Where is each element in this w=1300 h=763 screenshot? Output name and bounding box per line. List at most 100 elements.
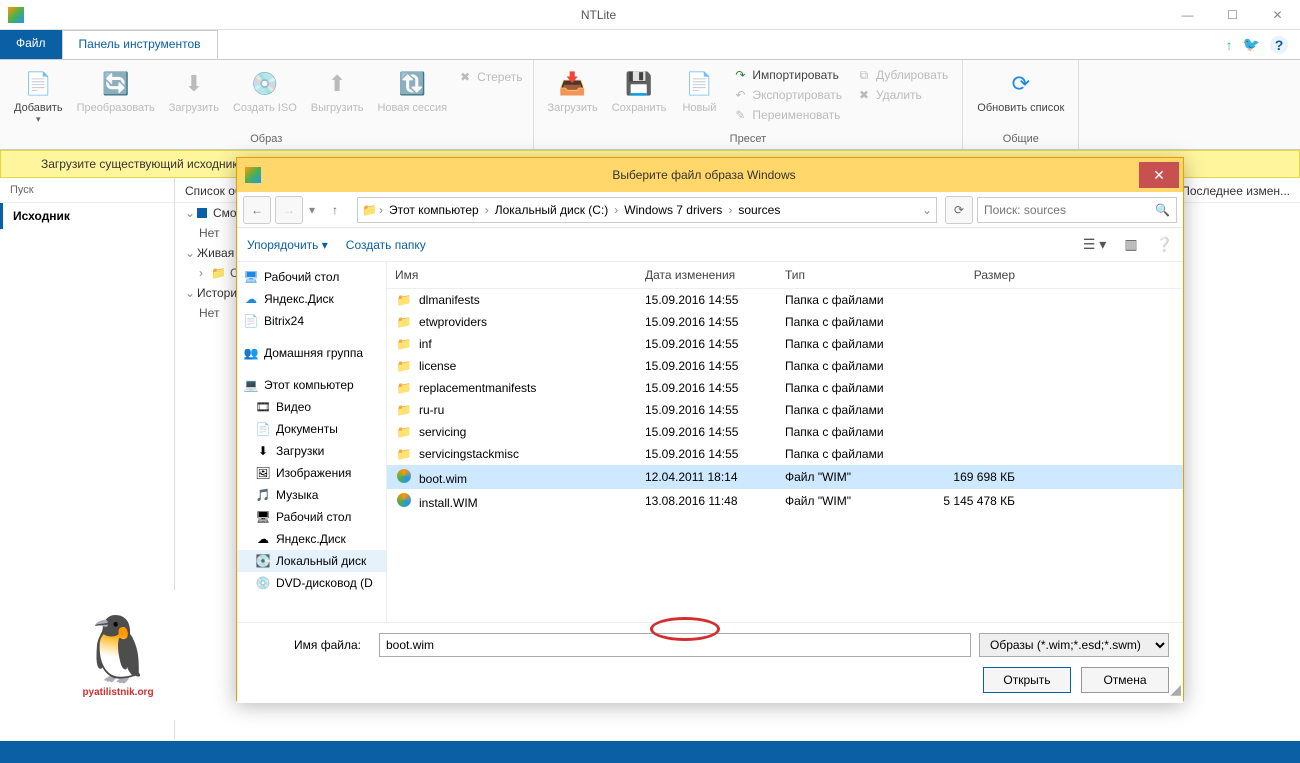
nav-desktop[interactable]: 🖥Рабочий стол (237, 266, 386, 288)
file-date: 15.09.2016 14:55 (645, 425, 785, 439)
nav-yandex[interactable]: ☁Яндекс.Диск (237, 288, 386, 310)
export-button[interactable]: ↶Экспортировать (730, 86, 844, 104)
duplicate-button[interactable]: ⧉Дублировать (854, 66, 950, 84)
file-row[interactable]: 📁 etwproviders 15.09.2016 14:55Папка с фай… (387, 311, 1183, 333)
create-iso-button[interactable]: 💿 Создать ISO (227, 64, 303, 118)
convert-button[interactable]: 🔄 Преобразовать (71, 64, 161, 118)
file-row[interactable]: 📁servicingstackmisc15.09.2016 14:55Папка… (387, 443, 1183, 465)
load-button[interactable]: ⬇ Загрузить (163, 64, 225, 118)
nav-pictures[interactable]: 🖼Изображения (237, 462, 386, 484)
dialog-title: Выберите файл образа Windows (269, 168, 1139, 182)
file-row[interactable]: install.WIM13.08.2016 11:48Файл "WIM"5 1… (387, 489, 1183, 513)
nav-downloads[interactable]: ⬇Загрузки (237, 440, 386, 462)
filename-input[interactable] (379, 633, 971, 657)
file-row[interactable]: 📁ru-ru15.09.2016 14:55Папка с файлами (387, 399, 1183, 421)
new-folder-button[interactable]: Создать папку (346, 238, 426, 252)
homegroup-icon: 👥 (243, 345, 259, 361)
convert-icon: 🔄 (100, 68, 132, 100)
file-list[interactable]: Имя Дата изменения Тип Размер 📁dlmanifes… (387, 262, 1183, 622)
file-type: Папка с файлами (785, 315, 915, 329)
resize-grip[interactable]: ◢ (1170, 681, 1181, 698)
file-type: Файл "WIM" (785, 494, 915, 508)
nav-homegroup[interactable]: 👥Домашняя группа (237, 342, 386, 364)
file-row[interactable]: boot.wim12.04.2011 18:14Файл "WIM"169 69… (387, 465, 1183, 489)
file-row[interactable]: 📁dlmanifests15.09.2016 14:55Папка с файл… (387, 289, 1183, 311)
nav-tree[interactable]: 🖥Рабочий стол ☁Яндекс.Диск 📄Bitrix24 👥До… (237, 262, 387, 622)
breadcrumb-0[interactable]: Этот компьютер (385, 201, 483, 219)
nav-documents[interactable]: 📄Документы (237, 418, 386, 440)
close-button[interactable]: ✕ (1255, 0, 1300, 30)
new-session-button[interactable]: 🔃 Новая сессия (371, 64, 453, 118)
col-date[interactable]: Дата изменения (645, 268, 785, 282)
unload-icon: ⬆ (321, 68, 353, 100)
tab-file[interactable]: Файл (0, 30, 62, 59)
view-options-button[interactable]: ☰ ▾ (1083, 236, 1106, 253)
dialog-close-button[interactable]: ✕ (1139, 162, 1179, 188)
nav-dvd[interactable]: 💿DVD-дисковод (D (237, 572, 386, 594)
app-title: NTLite (32, 8, 1165, 22)
wim-icon (395, 468, 413, 484)
col-type[interactable]: Тип (785, 268, 915, 282)
minimize-button[interactable]: — (1165, 0, 1210, 30)
nav-videos[interactable]: 🎞Видео (237, 396, 386, 418)
breadcrumb-3[interactable]: sources (734, 201, 784, 219)
tab-toolbar[interactable]: Панель инструментов (62, 30, 218, 59)
search-input[interactable] (984, 203, 1155, 217)
nav-up-button[interactable]: ↑ (321, 196, 349, 224)
nav-music[interactable]: 🎵Музыка (237, 484, 386, 506)
maximize-button[interactable]: ☐ (1210, 0, 1255, 30)
file-date: 15.09.2016 14:55 (645, 447, 785, 461)
file-date: 15.09.2016 14:55 (645, 315, 785, 329)
file-name: ru-ru (419, 403, 444, 417)
open-button[interactable]: Открыть (983, 667, 1071, 693)
nav-yandex2[interactable]: ☁Яндекс.Диск (237, 528, 386, 550)
breadcrumb-2[interactable]: Windows 7 drivers (620, 201, 726, 219)
iso-icon: 💿 (249, 68, 281, 100)
breadcrumb[interactable]: 📁 › Этот компьютер› Локальный диск (C:)›… (357, 197, 937, 223)
nav-local-disk[interactable]: 💽Локальный диск (237, 550, 386, 572)
preview-pane-button[interactable]: ▥ (1124, 236, 1137, 253)
folder-icon: 📁 (395, 358, 413, 374)
file-name: etwproviders (419, 315, 487, 329)
unload-button[interactable]: ⬆ Выгрузить (305, 64, 370, 118)
nav-desktop2[interactable]: 🖥Рабочий стол (237, 506, 386, 528)
help-icon[interactable]: ? (1270, 36, 1288, 54)
cancel-button[interactable]: Отмена (1081, 667, 1169, 693)
erase-button[interactable]: ✖ Стереть (455, 68, 524, 86)
add-button[interactable]: 📄 Добавить ▾ (8, 64, 69, 129)
nav-forward-button[interactable]: → (275, 196, 303, 224)
help-button[interactable]: ❔ (1156, 236, 1173, 253)
rename-button[interactable]: ✎Переименовать (730, 106, 844, 124)
preset-save-button[interactable]: 💾 Сохранить (606, 64, 673, 118)
breadcrumb-1[interactable]: Локальный диск (C:) (491, 201, 613, 219)
file-row[interactable]: 📁servicing15.09.2016 14:55Папка с файлам… (387, 421, 1183, 443)
file-row[interactable]: 📁replacementmanifests15.09.2016 14:55Пап… (387, 377, 1183, 399)
load-icon: ⬇ (178, 68, 210, 100)
cloud-icon: ☁ (255, 531, 271, 547)
side-item-source[interactable]: Исходник (0, 203, 174, 229)
organize-button[interactable]: Упорядочить ▾ (247, 238, 328, 252)
preset-new-button[interactable]: 📄 Новый (674, 64, 724, 118)
filter-select[interactable]: Образы (*.wim;*.esd;*.swm) (979, 633, 1169, 657)
file-row[interactable]: 📁license15.09.2016 14:55Папка с файлами (387, 355, 1183, 377)
twitter-icon[interactable]: 🐦 (1243, 36, 1260, 53)
file-size: 5 145 478 КБ (915, 494, 1015, 508)
search-box[interactable]: 🔍 (977, 197, 1177, 223)
preset-load-button[interactable]: 📥 Загрузить (542, 64, 604, 118)
folder-icon: 📁 (395, 314, 413, 330)
import-button[interactable]: ↷Импортировать (730, 66, 844, 84)
nav-this-pc[interactable]: 💻Этот компьютер (237, 374, 386, 396)
upgrade-icon[interactable]: ↑ (1226, 37, 1233, 53)
nav-refresh-button[interactable]: ⟳ (945, 196, 973, 224)
file-date: 15.09.2016 14:55 (645, 381, 785, 395)
file-row[interactable]: 📁inf15.09.2016 14:55Папка с файлами (387, 333, 1183, 355)
folder-icon: 📁 (395, 446, 413, 462)
nav-back-button[interactable]: ← (243, 196, 271, 224)
session-icon: 🔃 (396, 68, 428, 100)
col-size[interactable]: Размер (915, 268, 1015, 282)
nav-bitrix[interactable]: 📄Bitrix24 (237, 310, 386, 332)
col-name[interactable]: Имя (395, 268, 645, 282)
delete-button[interactable]: ✖Удалить (854, 86, 950, 104)
file-size: 169 698 КБ (915, 470, 1015, 484)
refresh-button[interactable]: ⟳ Обновить список (971, 64, 1070, 118)
